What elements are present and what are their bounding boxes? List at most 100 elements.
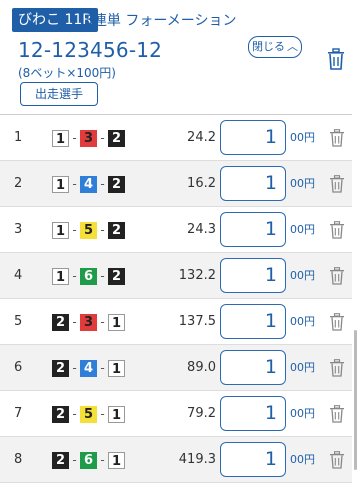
- bet-row: 8 2-6-1 419.3 1 00円: [0, 437, 352, 483]
- entries-button[interactable]: 出走選手: [20, 82, 98, 106]
- bet-row: 1 1-3-2 24.2 1 00円: [0, 115, 352, 161]
- combo-separator: -: [72, 361, 77, 375]
- boat-third: 1: [108, 451, 125, 469]
- boat-third: 1: [108, 359, 125, 377]
- boat-second: 4: [80, 175, 97, 193]
- boat-first: 1: [52, 129, 69, 147]
- boat-first: 1: [52, 175, 69, 193]
- boat-first: 2: [52, 451, 69, 469]
- bet-index: 2: [14, 176, 23, 191]
- combo-separator: -: [100, 361, 105, 375]
- amount-input[interactable]: 1: [220, 396, 286, 431]
- boat-second: 4: [80, 359, 97, 377]
- amount-input[interactable]: 1: [220, 120, 286, 155]
- bet-row: 6 2-4-1 89.0 1 00円: [0, 345, 352, 391]
- boat-third: 2: [108, 129, 125, 147]
- bet-index: 1: [14, 130, 23, 145]
- boat-second: 5: [80, 405, 97, 423]
- boat-combination: 2-6-1: [52, 451, 125, 469]
- odds-value: 419.3: [178, 452, 216, 467]
- bet-index: 3: [14, 222, 23, 237]
- boat-first: 2: [52, 405, 69, 423]
- boat-first: 1: [52, 267, 69, 285]
- combo-separator: -: [72, 453, 77, 467]
- combo-separator: -: [100, 131, 105, 145]
- bet-list: 1 1-3-2 24.2 1 00円 2 1-4-2 16.2 1 00円 3 1-5-2 24.3 1 0…: [0, 114, 352, 483]
- ticket-number: 12-123456-12: [18, 38, 163, 62]
- boat-second: 3: [80, 313, 97, 331]
- boat-second: 5: [80, 221, 97, 239]
- trash-icon[interactable]: [329, 221, 345, 239]
- combo-separator: -: [72, 223, 77, 237]
- trash-icon[interactable]: [329, 405, 345, 423]
- boat-first: 2: [52, 359, 69, 377]
- amount-input[interactable]: 1: [220, 442, 286, 477]
- trash-icon[interactable]: [329, 129, 345, 147]
- amount-input[interactable]: 1: [220, 304, 286, 339]
- trash-icon[interactable]: [326, 48, 346, 70]
- amount-unit: 00円: [290, 407, 315, 420]
- trash-icon[interactable]: [329, 267, 345, 285]
- combo-separator: -: [72, 315, 77, 329]
- amount-input[interactable]: 1: [220, 258, 286, 293]
- odds-value: 79.2: [187, 406, 216, 421]
- combo-separator: -: [100, 269, 105, 283]
- amount-unit: 00円: [290, 453, 315, 466]
- trash-icon[interactable]: [329, 313, 345, 331]
- combo-separator: -: [100, 177, 105, 191]
- trash-icon[interactable]: [329, 175, 345, 193]
- bet-type-label: 3連単 フォーメーション: [84, 13, 237, 29]
- bet-row: 7 2-5-1 79.2 1 00円: [0, 391, 352, 437]
- trash-icon[interactable]: [329, 359, 345, 377]
- boat-third: 2: [108, 267, 125, 285]
- bet-row: 2 1-4-2 16.2 1 00円: [0, 161, 352, 207]
- boat-combination: 2-5-1: [52, 405, 125, 423]
- bet-index: 8: [14, 452, 23, 467]
- amount-input[interactable]: 1: [220, 350, 286, 385]
- boat-combination: 1-3-2: [52, 129, 125, 147]
- scrollbar[interactable]: [354, 330, 357, 470]
- bet-index: 7: [14, 406, 23, 421]
- trash-icon[interactable]: [329, 451, 345, 469]
- bet-row: 4 1-6-2 132.2 1 00円: [0, 253, 352, 299]
- combo-separator: -: [72, 131, 77, 145]
- odds-value: 137.5: [178, 314, 216, 329]
- boat-third: 2: [108, 221, 125, 239]
- bet-row: 3 1-5-2 24.3 1 00円: [0, 207, 352, 253]
- bet-index: 6: [14, 360, 23, 375]
- boat-second: 6: [80, 267, 97, 285]
- chevron-up-icon: ︿: [287, 40, 298, 53]
- bet-summary: (8ベット×100円): [18, 66, 116, 80]
- amount-input[interactable]: 1: [220, 212, 286, 247]
- combo-separator: -: [72, 269, 77, 283]
- amount-unit: 00円: [290, 223, 315, 236]
- combo-separator: -: [100, 315, 105, 329]
- bet-index: 4: [14, 268, 23, 283]
- amount-unit: 00円: [290, 269, 315, 282]
- boat-first: 1: [52, 221, 69, 239]
- boat-first: 2: [52, 313, 69, 331]
- combo-separator: -: [100, 223, 105, 237]
- amount-unit: 00円: [290, 131, 315, 144]
- amount-unit: 00円: [290, 177, 315, 190]
- bet-row: 5 2-3-1 137.5 1 00円: [0, 299, 352, 345]
- close-button[interactable]: 閉じる ︿: [248, 36, 302, 58]
- boat-combination: 1-5-2: [52, 221, 125, 239]
- combo-separator: -: [72, 407, 77, 421]
- amount-input[interactable]: 1: [220, 166, 286, 201]
- close-button-label: 閉じる: [252, 40, 285, 53]
- odds-value: 24.2: [187, 130, 216, 145]
- boat-third: 2: [108, 175, 125, 193]
- boat-third: 1: [108, 405, 125, 423]
- combo-separator: -: [100, 453, 105, 467]
- odds-value: 89.0: [187, 360, 216, 375]
- combo-separator: -: [100, 407, 105, 421]
- ticket-header: びわこ 11R 3連単 フォーメーション 12-123456-12 (8ベット×…: [0, 0, 360, 112]
- boat-combination: 2-3-1: [52, 313, 125, 331]
- bet-index: 5: [14, 314, 23, 329]
- boat-third: 1: [108, 313, 125, 331]
- odds-value: 16.2: [187, 176, 216, 191]
- boat-combination: 2-4-1: [52, 359, 125, 377]
- amount-unit: 00円: [290, 361, 315, 374]
- boat-second: 3: [80, 129, 97, 147]
